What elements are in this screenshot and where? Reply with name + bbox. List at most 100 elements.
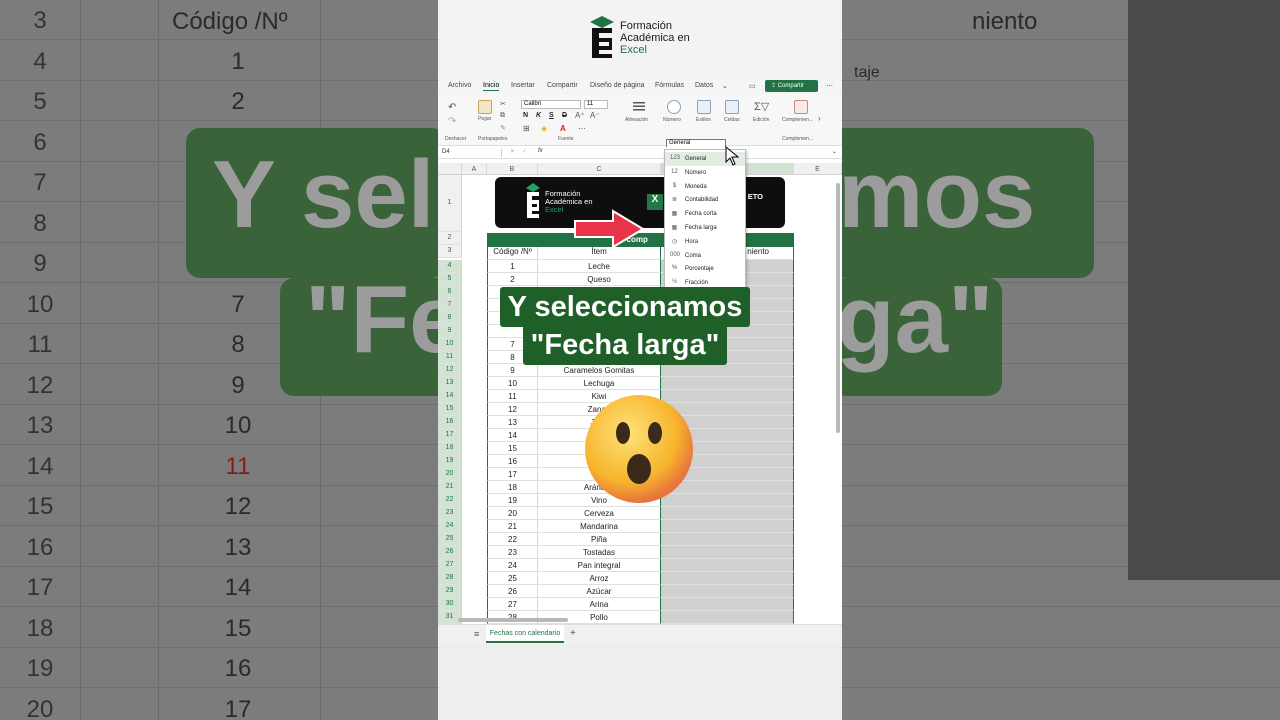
cell-codigo[interactable]: 22 bbox=[487, 533, 538, 546]
tab-formulas[interactable]: Fórmulas bbox=[655, 82, 684, 89]
row-header[interactable]: 26 bbox=[438, 546, 462, 559]
cell-item[interactable]: Tostadas bbox=[538, 546, 661, 559]
dropdown-item-coma[interactable]: 000 Coma bbox=[665, 249, 745, 263]
cell-codigo[interactable]: 13 bbox=[487, 416, 538, 429]
tab-archivo[interactable]: Archivo bbox=[448, 82, 471, 89]
expand-formula-icon[interactable]: ⌄ bbox=[832, 148, 837, 155]
more-font-icon[interactable]: ⋯ bbox=[578, 124, 586, 133]
borders-icon[interactable]: ⊞ bbox=[523, 124, 530, 133]
redo-icon[interactable]: ↷ bbox=[448, 116, 456, 127]
row-header[interactable]: 20 bbox=[438, 468, 462, 481]
sheet-list-icon[interactable]: ≡ bbox=[474, 629, 479, 639]
sheet-tab-fechas[interactable]: Fechas con calendario bbox=[486, 625, 564, 643]
tab-datos[interactable]: Datos bbox=[695, 82, 713, 89]
fill-color-icon[interactable]: ◈ bbox=[541, 124, 547, 133]
styles-icon[interactable] bbox=[697, 100, 711, 114]
cell-codigo[interactable]: 24 bbox=[487, 559, 538, 572]
cell-item[interactable]: Lechuga bbox=[538, 377, 661, 390]
row-header[interactable]: 5 bbox=[438, 273, 462, 286]
share-button[interactable]: ⇪ Compartir bbox=[765, 80, 818, 92]
font-size-select[interactable]: 11 bbox=[584, 100, 608, 109]
row-header[interactable]: 2 bbox=[438, 232, 462, 245]
tab-compartir[interactable]: Compartir bbox=[547, 82, 578, 89]
row-header[interactable]: 6 bbox=[438, 286, 462, 299]
cell-vencimiento-selected[interactable] bbox=[661, 520, 794, 533]
dropdown-item-porcentaje[interactable]: % Porcentaje bbox=[665, 262, 745, 276]
row-header[interactable]: 13 bbox=[438, 377, 462, 390]
cell-codigo[interactable]: 18 bbox=[487, 481, 538, 494]
row-header[interactable]: 7 bbox=[438, 299, 462, 312]
vertical-scrollbar[interactable] bbox=[836, 183, 840, 433]
italic-button[interactable]: K bbox=[536, 112, 541, 119]
confirm-icon[interactable]: ✓ bbox=[522, 148, 527, 155]
cell-item[interactable]: Azúcar bbox=[538, 585, 661, 598]
cell-item[interactable]: Queso bbox=[538, 273, 661, 286]
cell-codigo[interactable]: 10 bbox=[487, 377, 538, 390]
row-header[interactable]: 24 bbox=[438, 520, 462, 533]
bold-button[interactable]: N bbox=[523, 112, 528, 119]
cells-icon[interactable] bbox=[725, 100, 739, 114]
cell-vencimiento-selected[interactable] bbox=[661, 559, 794, 572]
row-header[interactable]: 10 bbox=[438, 338, 462, 351]
row-header[interactable]: 29 bbox=[438, 585, 462, 598]
cell-item[interactable]: Piña bbox=[538, 533, 661, 546]
cell-codigo[interactable]: 11 bbox=[487, 390, 538, 403]
select-all-corner[interactable] bbox=[438, 163, 462, 175]
row-header[interactable]: 18 bbox=[438, 442, 462, 455]
cell-vencimiento-selected[interactable] bbox=[661, 598, 794, 611]
cut-icon[interactable]: ✂ bbox=[500, 100, 506, 108]
cell-codigo[interactable]: 26 bbox=[487, 585, 538, 598]
row-header[interactable]: 14 bbox=[438, 390, 462, 403]
row-header[interactable]: 12 bbox=[438, 364, 462, 377]
edit-icon[interactable]: Σ▽ bbox=[754, 100, 769, 113]
row-header[interactable]: 25 bbox=[438, 533, 462, 546]
dropdown-item-fecha-corta[interactable]: ▦ Fecha corta bbox=[665, 207, 745, 221]
cell-item[interactable]: Arroz bbox=[538, 572, 661, 585]
strikethrough-button[interactable]: D bbox=[562, 112, 567, 119]
tab-insertar[interactable]: Insertar bbox=[511, 82, 535, 89]
dropdown-item-número[interactable]: 12 Número bbox=[665, 166, 745, 180]
font-shrink-icon[interactable]: A⁻ bbox=[590, 111, 600, 120]
undo-icon[interactable]: ↶ bbox=[448, 102, 456, 113]
align-icon[interactable] bbox=[632, 100, 646, 114]
cell-vencimiento-selected[interactable] bbox=[661, 377, 794, 390]
cell-codigo[interactable]: 15 bbox=[487, 442, 538, 455]
cell-codigo[interactable]: 2 bbox=[487, 273, 538, 286]
cell-codigo[interactable]: 14 bbox=[487, 429, 538, 442]
ribbon-scroll-right-icon[interactable]: › bbox=[818, 114, 821, 123]
cell-vencimiento-selected[interactable] bbox=[661, 364, 794, 377]
row-header[interactable]: 23 bbox=[438, 507, 462, 520]
column-header-a[interactable]: A bbox=[462, 163, 487, 175]
row-header[interactable]: 15 bbox=[438, 403, 462, 416]
copy-icon[interactable]: ⧉ bbox=[500, 112, 505, 120]
row-header[interactable]: 8 bbox=[438, 312, 462, 325]
tab-inicio[interactable]: Inicio bbox=[483, 82, 500, 91]
cell-vencimiento-selected[interactable] bbox=[661, 546, 794, 559]
cell-codigo[interactable]: 19 bbox=[487, 494, 538, 507]
cell-codigo[interactable]: 25 bbox=[487, 572, 538, 585]
cell-codigo[interactable]: 12 bbox=[487, 403, 538, 416]
column-header-e[interactable]: E bbox=[794, 163, 842, 175]
row-header[interactable]: 21 bbox=[438, 481, 462, 494]
row-header[interactable]: 17 bbox=[438, 429, 462, 442]
cell-item[interactable]: Pan integral bbox=[538, 559, 661, 572]
row-header[interactable]: 30 bbox=[438, 598, 462, 611]
cell-codigo[interactable]: 23 bbox=[487, 546, 538, 559]
cell-vencimiento-selected[interactable] bbox=[661, 572, 794, 585]
add-sheet-icon[interactable]: + bbox=[570, 628, 576, 639]
font-color-icon[interactable]: A bbox=[560, 124, 566, 133]
cell-codigo[interactable]: 21 bbox=[487, 520, 538, 533]
dropdown-item-fecha-larga[interactable]: ▦ Fecha larga bbox=[665, 221, 745, 235]
row-header[interactable]: 9 bbox=[438, 325, 462, 338]
row-header[interactable]: 22 bbox=[438, 494, 462, 507]
more-options-icon[interactable]: ⋯ bbox=[826, 82, 833, 90]
cell-codigo[interactable]: 27 bbox=[487, 598, 538, 611]
paste-icon[interactable] bbox=[478, 100, 492, 114]
cell-codigo[interactable]: 16 bbox=[487, 455, 538, 468]
row-header[interactable]: 4 bbox=[438, 260, 462, 273]
cell-codigo[interactable]: 1 bbox=[487, 260, 538, 273]
cell-codigo[interactable]: 17 bbox=[487, 468, 538, 481]
row-header[interactable]: 11 bbox=[438, 351, 462, 364]
row-header[interactable]: 3 bbox=[438, 245, 462, 258]
format-painter-icon[interactable]: ✎ bbox=[500, 124, 506, 132]
